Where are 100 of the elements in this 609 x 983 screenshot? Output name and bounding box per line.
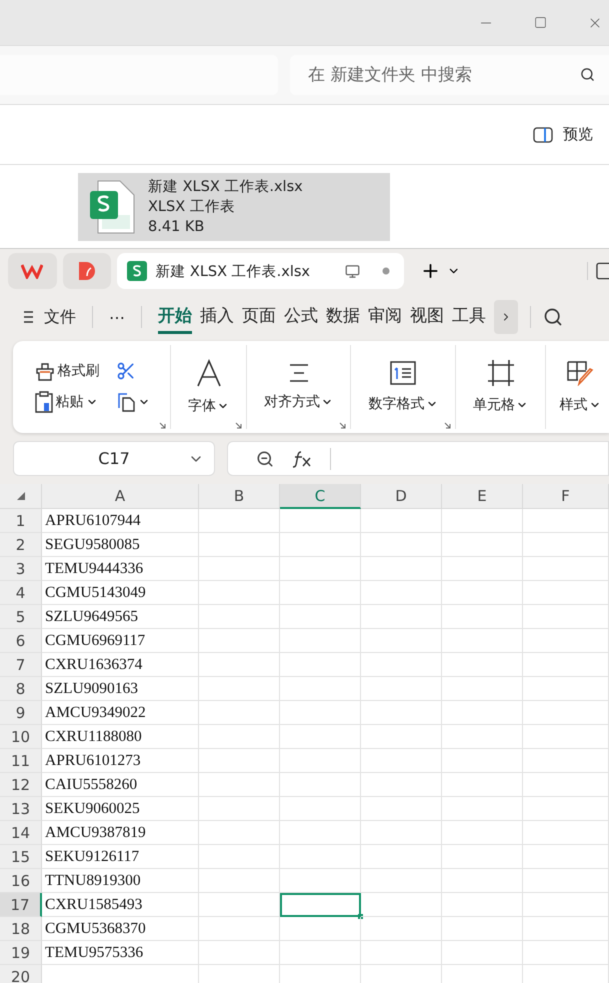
menu-tab[interactable]: 数据: [326, 300, 360, 334]
file-item[interactable]: 新建 XLSX 工作表.xlsx XLSX 工作表 8.41 KB: [78, 173, 390, 241]
app-tab[interactable]: [62, 253, 112, 289]
format-painter-button[interactable]: 格式刷: [34, 361, 100, 381]
expand-icon[interactable]: [159, 422, 166, 429]
table-cell[interactable]: [442, 941, 523, 965]
row-header[interactable]: 12: [0, 773, 42, 797]
table-cell[interactable]: [280, 725, 361, 749]
menu-tab[interactable]: 开始: [158, 300, 192, 334]
table-cell[interactable]: [199, 653, 280, 677]
table-cell[interactable]: [361, 653, 442, 677]
table-cell[interactable]: [442, 749, 523, 773]
table-cell[interactable]: [199, 869, 280, 893]
table-cell[interactable]: SZLU9090163: [42, 677, 199, 701]
row-header[interactable]: 2: [0, 533, 42, 557]
row-header[interactable]: 3: [0, 557, 42, 581]
table-cell[interactable]: [442, 581, 523, 605]
row-header[interactable]: 14: [0, 821, 42, 845]
table-cell[interactable]: [523, 677, 609, 701]
table-cell[interactable]: [523, 821, 609, 845]
row-header[interactable]: 4: [0, 581, 42, 605]
table-cell[interactable]: [523, 509, 609, 533]
table-cell[interactable]: SEKU9060025: [42, 797, 199, 821]
table-cell[interactable]: [442, 869, 523, 893]
table-cell[interactable]: [361, 845, 442, 869]
row-header[interactable]: 1: [0, 509, 42, 533]
row-header[interactable]: 13: [0, 797, 42, 821]
table-cell[interactable]: [442, 557, 523, 581]
preview-button[interactable]: 预览: [527, 124, 599, 145]
table-cell[interactable]: [442, 773, 523, 797]
column-header[interactable]: E: [442, 484, 523, 509]
table-cell[interactable]: [280, 629, 361, 653]
table-cell[interactable]: CXRU1188080: [42, 725, 199, 749]
menu-tab[interactable]: 页面: [242, 300, 276, 334]
table-cell[interactable]: [361, 869, 442, 893]
expand-icon[interactable]: [339, 422, 346, 429]
table-cell[interactable]: [442, 701, 523, 725]
table-cell[interactable]: [280, 509, 361, 533]
app-tab[interactable]: [8, 253, 57, 289]
table-cell[interactable]: [199, 893, 280, 917]
table-cell[interactable]: [523, 797, 609, 821]
table-cell[interactable]: [199, 677, 280, 701]
table-cell[interactable]: CXRU1585493: [42, 893, 199, 917]
table-cell[interactable]: [280, 917, 361, 941]
expand-icon[interactable]: [235, 422, 242, 429]
row-header[interactable]: 7: [0, 653, 42, 677]
table-cell[interactable]: TTNU8919300: [42, 869, 199, 893]
copy-button[interactable]: [116, 392, 150, 412]
table-cell[interactable]: AMCU9349022: [42, 701, 199, 725]
table-cell[interactable]: [523, 869, 609, 893]
menu-tab[interactable]: 公式: [284, 300, 318, 334]
table-cell[interactable]: [199, 725, 280, 749]
table-cell[interactable]: CGMU5143049: [42, 581, 199, 605]
document-tab[interactable]: 新建 XLSX 工作表.xlsx: [117, 253, 404, 289]
table-cell[interactable]: [361, 509, 442, 533]
scissors-icon[interactable]: [116, 361, 136, 381]
table-cell[interactable]: CGMU5368370: [42, 917, 199, 941]
column-header[interactable]: A: [42, 484, 199, 509]
table-cell[interactable]: [361, 725, 442, 749]
row-header[interactable]: 6: [0, 629, 42, 653]
table-cell[interactable]: [442, 821, 523, 845]
table-cell[interactable]: [361, 821, 442, 845]
row-header[interactable]: 16: [0, 869, 42, 893]
table-cell[interactable]: [280, 869, 361, 893]
row-header[interactable]: 19: [0, 941, 42, 965]
table-cell[interactable]: [361, 557, 442, 581]
table-cell[interactable]: [280, 797, 361, 821]
table-cell[interactable]: [361, 677, 442, 701]
search-icon[interactable]: [543, 307, 563, 327]
table-cell[interactable]: [199, 821, 280, 845]
table-cell[interactable]: [199, 605, 280, 629]
table-cell[interactable]: CXRU1636374: [42, 653, 199, 677]
table-cell[interactable]: [523, 653, 609, 677]
menu-tab[interactable]: 插入: [200, 300, 234, 334]
table-cell[interactable]: [361, 917, 442, 941]
table-cell[interactable]: [523, 893, 609, 917]
table-cell[interactable]: [523, 533, 609, 557]
table-cell[interactable]: [442, 797, 523, 821]
table-cell[interactable]: [199, 557, 280, 581]
table-cell[interactable]: [280, 677, 361, 701]
table-cell[interactable]: [280, 533, 361, 557]
table-cell[interactable]: [442, 605, 523, 629]
table-cell[interactable]: [280, 941, 361, 965]
table-cell[interactable]: [361, 605, 442, 629]
column-header[interactable]: D: [361, 484, 442, 509]
table-cell[interactable]: [523, 845, 609, 869]
table-cell[interactable]: [199, 533, 280, 557]
table-cell[interactable]: TEMU9444336: [42, 557, 199, 581]
fill-handle[interactable]: [358, 914, 363, 919]
more-button[interactable]: ⋯: [105, 308, 129, 326]
row-header[interactable]: 10: [0, 725, 42, 749]
ribbon-button[interactable]: 数字格式: [368, 361, 438, 413]
table-cell[interactable]: [523, 701, 609, 725]
maximize-icon[interactable]: [534, 16, 547, 29]
row-header[interactable]: 9: [0, 701, 42, 725]
ribbon-button[interactable]: 单元格: [473, 360, 528, 414]
table-cell[interactable]: APRU6107944: [42, 509, 199, 533]
table-cell[interactable]: [199, 701, 280, 725]
row-header[interactable]: 17: [0, 893, 42, 917]
table-cell[interactable]: [442, 725, 523, 749]
